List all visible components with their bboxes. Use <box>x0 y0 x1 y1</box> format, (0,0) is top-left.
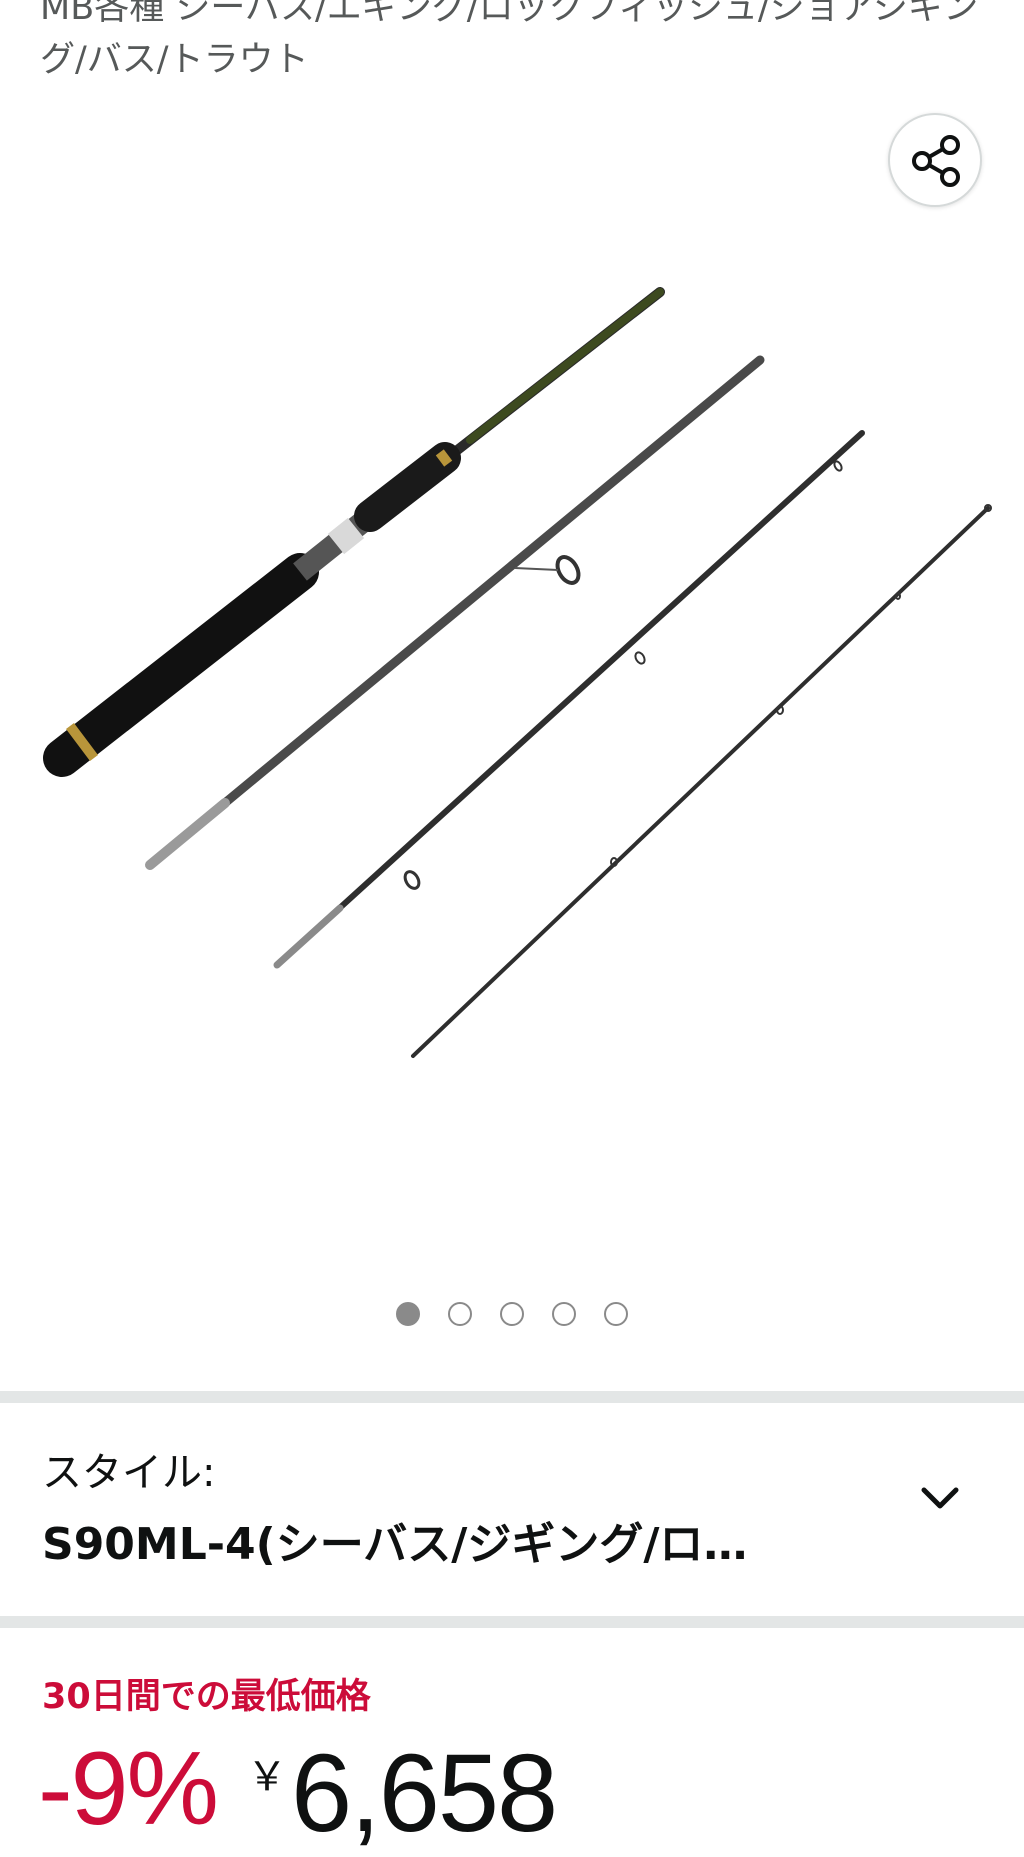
pagination-dot-2[interactable] <box>448 1302 472 1326</box>
share-button[interactable] <box>888 113 982 207</box>
pagination-dot-4[interactable] <box>552 1302 576 1326</box>
deal-label: 30日間での最低価格 <box>42 1677 371 1717</box>
style-selector[interactable]: スタイル: S90ML-4(シーバス/ジギング/ロ… <box>0 1404 1024 1614</box>
rod-tip-section <box>411 504 992 1058</box>
product-image[interactable] <box>0 270 1024 1090</box>
price-row: -9% ￥6,658 <box>38 1730 558 1855</box>
chevron-down-icon[interactable] <box>918 1476 962 1520</box>
pagination-dot-3[interactable] <box>500 1302 524 1326</box>
style-value[interactable]: S90ML-4(シーバス/ジギング/ロ… <box>42 1508 822 1572</box>
discount-percentage: -9% <box>38 1731 219 1847</box>
pagination-dot-5[interactable] <box>604 1302 628 1326</box>
share-icon <box>912 135 960 187</box>
section-divider <box>0 1616 1024 1628</box>
product-title: MB各種 シーバス/エギング/ロックフィッシュ/ショアジギング/バス/トラウト <box>40 0 979 80</box>
currency-symbol: ￥ <box>246 1755 287 1799</box>
pagination-dot-1[interactable] <box>396 1302 420 1326</box>
section-divider <box>0 1391 1024 1403</box>
style-label: スタイル: <box>42 1450 216 1496</box>
price-value: 6,658 <box>290 1732 558 1855</box>
image-pagination[interactable] <box>0 1302 1024 1326</box>
